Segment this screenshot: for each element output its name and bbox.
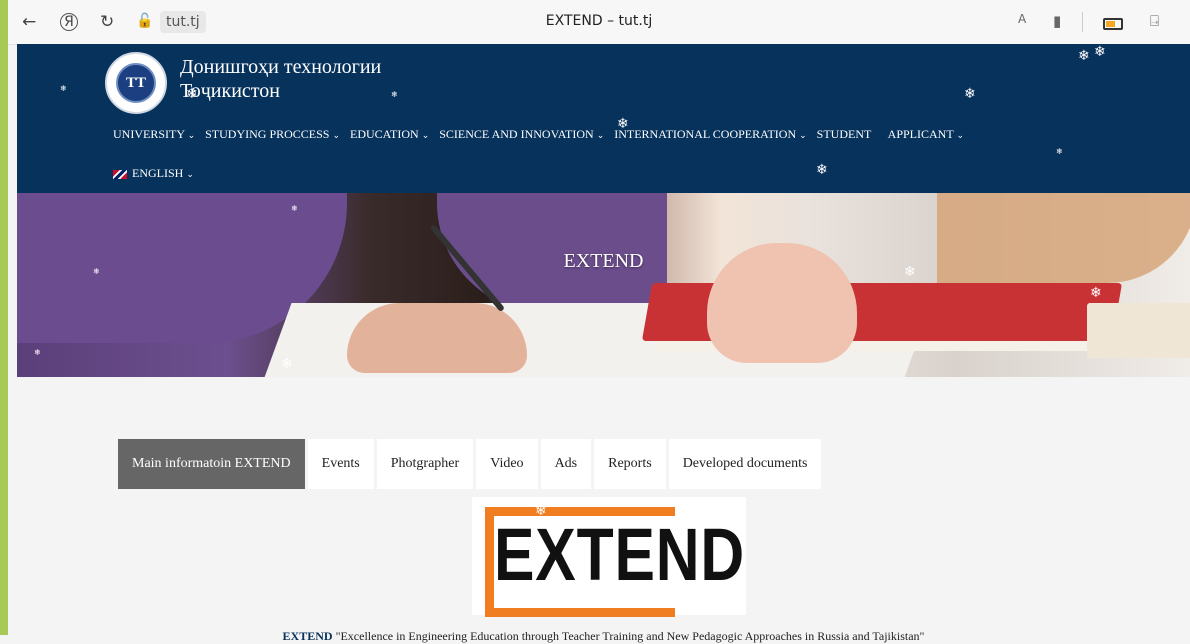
tab-photographer[interactable]: Photgrapher — [376, 439, 474, 489]
tab-main-information[interactable]: Main informatoin EXTEND — [118, 439, 305, 489]
reload-icon[interactable]: ↻ — [100, 12, 114, 32]
nav-item-education[interactable]: EDUCATION ⌄ — [350, 127, 432, 141]
chevron-down-icon: ⌄ — [187, 130, 196, 140]
university-name-line2: Тоҷикистон — [180, 80, 280, 102]
language-label: ENGLISH — [132, 166, 184, 180]
extend-logo-text: EXTEND — [494, 513, 746, 596]
nav-item-applicant[interactable]: APPLICANT ⌄ — [888, 127, 967, 141]
main-content: Main informatoin EXTEND Events Photgraph… — [17, 377, 1190, 643]
hero-banner: EXTEND — [17, 193, 1190, 377]
nav-item-student[interactable]: STUDENT — [817, 127, 872, 141]
language-switcher[interactable]: ENGLISH ⌄ — [113, 164, 194, 183]
nav-item-science-innovation[interactable]: SCIENCE AND INNOVATION ⌄ — [439, 127, 607, 141]
extend-logo-image: EXTEND — [472, 497, 746, 617]
banner-photo-shape — [1087, 303, 1190, 358]
reader-mode-icon[interactable]: ⍈ — [1150, 12, 1159, 30]
translate-icon[interactable]: A — [1018, 12, 1026, 26]
yandex-icon[interactable]: Я — [60, 13, 78, 31]
chevron-down-icon: ⌄ — [956, 130, 965, 140]
site-header: ТТ Донишгоҳи технологии Тоҷикистон UNIVE… — [17, 44, 1190, 193]
window-edge-strip — [0, 0, 8, 635]
banner-photo-shape — [347, 303, 527, 373]
chevron-down-icon: ⌄ — [186, 169, 194, 179]
logo-emblem: ТТ — [116, 63, 156, 103]
url-field[interactable]: tut.tj — [160, 11, 206, 33]
battery-icon — [1103, 18, 1123, 30]
lock-icon[interactable]: 🔓 — [136, 13, 153, 29]
tab-reports[interactable]: Reports — [594, 439, 666, 489]
university-name[interactable]: Донишгоҳи технологии Тоҷикистон — [180, 55, 381, 103]
uk-flag-icon — [113, 169, 127, 179]
toolbar-divider — [1082, 12, 1083, 32]
tab-ads[interactable]: Ads — [540, 439, 592, 489]
banner-title: EXTEND — [563, 250, 644, 272]
university-logo[interactable]: ТТ — [105, 52, 167, 114]
main-nav: UNIVERSITY ⌄ STUDYING PROCCESS ⌄ EDUCATI… — [113, 124, 971, 144]
content-tabs: Main informatoin EXTEND Events Photgraph… — [118, 439, 824, 489]
chevron-down-icon: ⌄ — [596, 130, 605, 140]
tab-video[interactable]: Video — [476, 439, 538, 489]
caption-bold: EXTEND — [282, 629, 333, 643]
project-caption: EXTEND "Excellence in Engineering Educat… — [17, 629, 1190, 644]
tab-events[interactable]: Events — [307, 439, 374, 489]
university-name-line1: Донишгоҳи технологии — [180, 56, 382, 78]
nav-item-studying-process[interactable]: STUDYING PROCCESS ⌄ — [205, 127, 343, 141]
nav-item-university[interactable]: UNIVERSITY ⌄ — [113, 127, 198, 141]
chevron-down-icon: ⌄ — [799, 130, 807, 140]
bookmark-icon[interactable]: ▮ — [1053, 12, 1061, 30]
chevron-down-icon: ⌄ — [421, 130, 430, 140]
browser-toolbar: ← Я ↻ 🔓 tut.tj EXTEND – tut.tj A ▮ ⍈ — [8, 0, 1190, 45]
tab-developed-documents[interactable]: Developed documents — [668, 439, 822, 489]
nav-item-international-cooperation[interactable]: INTERNATIONAL COOPERATION ⌄ — [614, 127, 809, 141]
chevron-down-icon: ⌄ — [332, 130, 341, 140]
caption-text: "Excellence in Engineering Education thr… — [332, 629, 925, 643]
back-icon[interactable]: ← — [22, 12, 36, 32]
